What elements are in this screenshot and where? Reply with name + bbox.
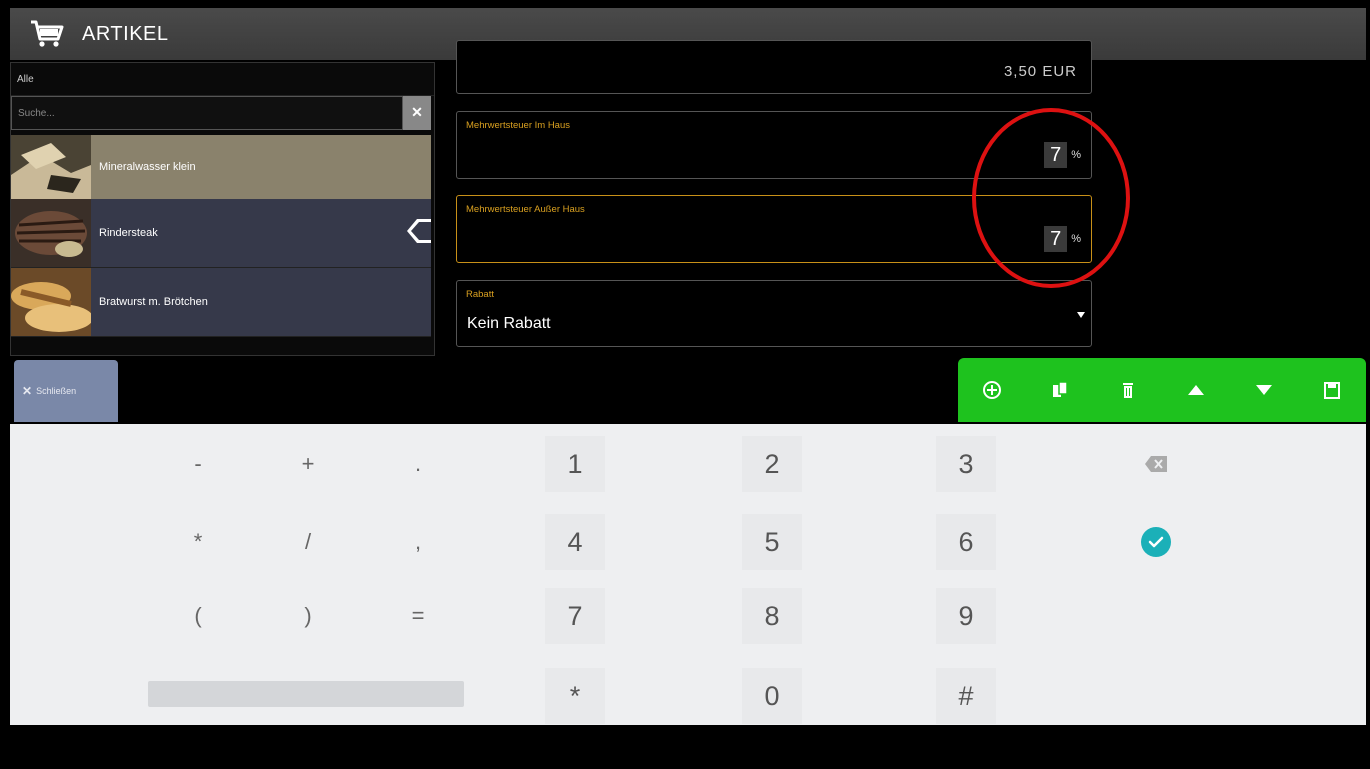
search-bar: ✕ (11, 96, 434, 132)
app-title: ARTIKEL (82, 22, 169, 45)
save-icon[interactable] (1321, 379, 1343, 401)
discount-value: Kein Rabatt (467, 315, 551, 332)
article-name: Mineralwasser klein (99, 161, 196, 173)
key-2[interactable]: 2 (742, 436, 802, 492)
add-icon[interactable] (981, 379, 1003, 401)
backspace-icon (1145, 456, 1167, 472)
article-thumbnail (11, 268, 91, 336)
article-name: Bratwurst m. Brötchen (99, 296, 208, 308)
key-period[interactable]: . (388, 436, 448, 492)
key-space[interactable] (148, 681, 464, 707)
price-field[interactable]: 3,50 EUR (456, 40, 1092, 94)
key-confirm[interactable] (1126, 514, 1186, 570)
key-4[interactable]: 4 (545, 514, 605, 570)
close-icon: ✕ (22, 384, 33, 398)
numeric-keyboard: - + . 1 2 3 * / , 4 5 6 ( ) = 7 8 9 * 0 … (10, 424, 1366, 725)
move-down-icon[interactable] (1253, 379, 1275, 401)
key-0[interactable]: 0 (742, 668, 802, 724)
article-item[interactable]: Bratwurst m. Brötchen (11, 268, 431, 337)
search-clear-button[interactable]: ✕ (403, 96, 431, 130)
highlight-circle (972, 108, 1130, 288)
key-7[interactable]: 7 (545, 588, 605, 644)
vat-out-of-house-label: Mehrwertsteuer Außer Haus (466, 204, 585, 215)
key-close-paren[interactable]: ) (278, 588, 338, 644)
article-item[interactable]: Rindersteak (11, 199, 431, 268)
discount-label: Rabatt (466, 289, 494, 300)
price-value: 3,50 EUR (1003, 63, 1077, 80)
action-toolbar (958, 358, 1366, 422)
key-equals[interactable]: = (388, 588, 448, 644)
article-name: Rindersteak (99, 227, 158, 239)
search-input[interactable] (11, 96, 403, 130)
dropdown-arrow-icon (1077, 312, 1085, 318)
key-6[interactable]: 6 (936, 514, 996, 570)
discount-select[interactable]: Rabatt Kein Rabatt (456, 280, 1092, 347)
key-1[interactable]: 1 (545, 436, 605, 492)
key-minus[interactable]: - (168, 436, 228, 492)
move-up-icon[interactable] (1185, 379, 1207, 401)
key-5[interactable]: 5 (742, 514, 802, 570)
shopping-cart-icon (31, 20, 64, 47)
key-plus[interactable]: + (278, 436, 338, 492)
category-filter[interactable]: Alle (11, 63, 434, 96)
key-open-paren[interactable]: ( (168, 588, 228, 644)
article-list-panel: Alle ✕ Mineralwasser klein Rindersteak (10, 62, 435, 356)
article-thumbnail (11, 135, 91, 199)
check-circle-icon (1141, 527, 1171, 557)
article-thumbnail (11, 199, 91, 267)
key-hash[interactable]: # (936, 668, 996, 724)
close-button[interactable]: ✕ Schließen (14, 360, 118, 422)
key-backspace[interactable] (1126, 436, 1186, 492)
key-8[interactable]: 8 (742, 588, 802, 644)
key-9[interactable]: 9 (936, 588, 996, 644)
key-asterisk[interactable]: * (168, 514, 228, 570)
key-slash[interactable]: / (278, 514, 338, 570)
selection-pointer-icon (407, 219, 431, 243)
key-3[interactable]: 3 (936, 436, 996, 492)
key-asterisk-2[interactable]: * (545, 668, 605, 724)
key-comma[interactable]: , (388, 514, 448, 570)
close-button-label: Schließen (36, 386, 77, 396)
footer-bar (10, 727, 1366, 769)
copy-icon[interactable] (1049, 379, 1071, 401)
delete-icon[interactable] (1117, 379, 1139, 401)
article-item[interactable]: Mineralwasser klein (11, 135, 431, 199)
vat-in-house-label: Mehrwertsteuer Im Haus (466, 120, 571, 131)
